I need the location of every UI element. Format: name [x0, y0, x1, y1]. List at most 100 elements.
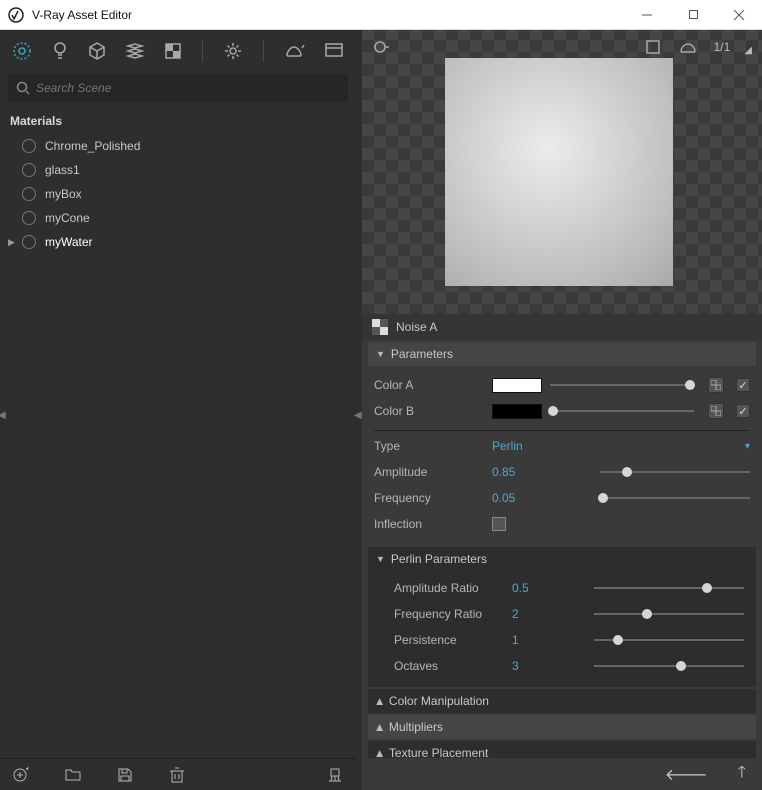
- materials-tree: Chrome_Polished glass1 myBox myCone ▶ my…: [0, 134, 356, 758]
- frame-buffer-icon[interactable]: [324, 40, 344, 62]
- param-label: Inflection: [374, 517, 484, 531]
- frequency-value[interactable]: 0.05: [492, 491, 538, 505]
- param-amplitude-row: Amplitude 0.85: [362, 459, 762, 485]
- render-preview-icon[interactable]: [678, 36, 700, 58]
- color-a-swatch[interactable]: [492, 378, 542, 393]
- perlin-amp-ratio-row: Amplitude Ratio 0.5: [368, 575, 756, 601]
- param-label: Color A: [374, 378, 484, 392]
- inflection-checkbox[interactable]: [492, 517, 506, 531]
- frequency-slider[interactable]: [600, 497, 750, 499]
- material-item[interactable]: Chrome_Polished: [0, 134, 356, 158]
- geometry-tab-icon[interactable]: [87, 40, 107, 62]
- chevron-down-icon[interactable]: ▾: [745, 441, 750, 452]
- titlebar: V-Ray Asset Editor: [0, 0, 762, 30]
- section-label: Color Manipulation: [389, 694, 489, 708]
- octaves-value[interactable]: 3: [512, 659, 558, 673]
- amplitude-slider[interactable]: [600, 471, 750, 473]
- section-label: Multipliers: [389, 720, 443, 734]
- textures-tab-icon[interactable]: [163, 40, 182, 62]
- add-asset-icon[interactable]: [12, 766, 30, 784]
- chevron-right-icon: ▶: [374, 724, 385, 731]
- param-frequency-row: Frequency 0.05: [362, 485, 762, 511]
- settings-icon[interactable]: [223, 40, 243, 62]
- lights-tab-icon[interactable]: [50, 40, 69, 62]
- save-icon[interactable]: [116, 766, 134, 784]
- material-item[interactable]: glass1: [0, 158, 356, 182]
- type-dropdown[interactable]: Perlin: [492, 439, 737, 453]
- param-inflection-row: Inflection: [362, 511, 762, 537]
- renderelements-tab-icon[interactable]: [125, 40, 145, 62]
- chevron-down-icon: ▼: [376, 554, 385, 564]
- section-perlin-header[interactable]: ▼ Perlin Parameters: [368, 547, 756, 571]
- right-collapse-grip[interactable]: ◀: [354, 410, 362, 421]
- section-multipliers-header[interactable]: ▶ Multipliers: [368, 715, 756, 739]
- color-b-enable-checkbox[interactable]: [736, 404, 750, 418]
- amp-ratio-value[interactable]: 0.5: [512, 581, 558, 595]
- param-color-a-row: Color A: [362, 372, 762, 398]
- octaves-slider[interactable]: [594, 665, 744, 667]
- materials-tab-icon[interactable]: [12, 40, 32, 62]
- chevron-down-icon[interactable]: ◢: [744, 45, 752, 56]
- material-swatch-icon: [22, 139, 36, 153]
- expand-caret-icon[interactable]: ▶: [8, 237, 15, 248]
- material-label: myBox: [45, 187, 82, 201]
- section-label: Parameters: [391, 347, 453, 361]
- section-label: Perlin Parameters: [391, 552, 487, 566]
- chevron-right-icon: ▶: [374, 698, 385, 705]
- search-icon: [16, 81, 30, 95]
- material-item[interactable]: myBox: [0, 182, 356, 206]
- material-swatch-icon: [22, 211, 36, 225]
- checker-icon: [372, 319, 388, 335]
- amplitude-value[interactable]: 0.85: [492, 465, 538, 479]
- material-label: glass1: [45, 163, 80, 177]
- texture-slot-button[interactable]: [708, 403, 724, 419]
- separator: [374, 430, 750, 431]
- material-swatch-icon: [22, 235, 36, 249]
- search-input[interactable]: [36, 81, 340, 95]
- color-b-slider[interactable]: [550, 410, 694, 412]
- preview-count: 1/1: [714, 40, 731, 54]
- material-label: Chrome_Polished: [45, 139, 140, 153]
- perlin-persist-row: Persistence 1: [368, 627, 756, 653]
- left-collapse-grip[interactable]: ◀: [0, 410, 6, 421]
- separate-preview-icon[interactable]: [642, 36, 664, 58]
- preview-swatch: [445, 58, 673, 286]
- chevron-right-icon: ▶: [374, 750, 385, 757]
- perlin-freq-ratio-row: Frequency Ratio 2: [368, 601, 756, 627]
- texture-slot-button[interactable]: [708, 377, 724, 393]
- material-item[interactable]: myCone: [0, 206, 356, 230]
- window-minimize-button[interactable]: [624, 0, 670, 30]
- param-label: Octaves: [380, 659, 504, 673]
- open-folder-icon[interactable]: [64, 766, 82, 784]
- preview-area: [362, 30, 762, 314]
- color-a-enable-checkbox[interactable]: [736, 378, 750, 392]
- freq-ratio-slider[interactable]: [594, 613, 744, 615]
- persist-slider[interactable]: [594, 639, 744, 641]
- perlin-octaves-row: Octaves 3: [368, 653, 756, 679]
- freq-ratio-value[interactable]: 2: [512, 607, 558, 621]
- left-bottom-bar: [0, 758, 356, 790]
- delete-icon[interactable]: [168, 766, 186, 784]
- section-color-manipulation-header[interactable]: ▶ Color Manipulation: [368, 689, 756, 713]
- material-swatch-icon: [22, 187, 36, 201]
- material-item[interactable]: ▶ myWater: [0, 230, 356, 254]
- purge-icon[interactable]: [326, 766, 344, 784]
- color-b-swatch[interactable]: [492, 404, 542, 419]
- render-icon[interactable]: [284, 40, 306, 62]
- amp-ratio-slider[interactable]: [594, 587, 744, 589]
- color-a-slider[interactable]: [550, 384, 694, 386]
- param-label: Color B: [374, 404, 484, 418]
- section-parameters-header[interactable]: ▼ Parameters: [368, 342, 756, 366]
- persist-value[interactable]: 1: [512, 633, 558, 647]
- up-arrow-icon[interactable]: 🡑: [738, 761, 746, 788]
- chevron-down-icon: ▼: [376, 349, 385, 359]
- go-up-icon[interactable]: [372, 36, 394, 58]
- node-header: Noise A: [362, 314, 762, 340]
- toolbar-separator: [202, 40, 203, 62]
- search-box[interactable]: [8, 74, 348, 102]
- back-arrow-icon[interactable]: 🡐: [665, 764, 708, 785]
- node-title: Noise A: [396, 320, 437, 334]
- material-swatch-icon: [22, 163, 36, 177]
- window-close-button[interactable]: [716, 0, 762, 30]
- window-maximize-button[interactable]: [670, 0, 716, 30]
